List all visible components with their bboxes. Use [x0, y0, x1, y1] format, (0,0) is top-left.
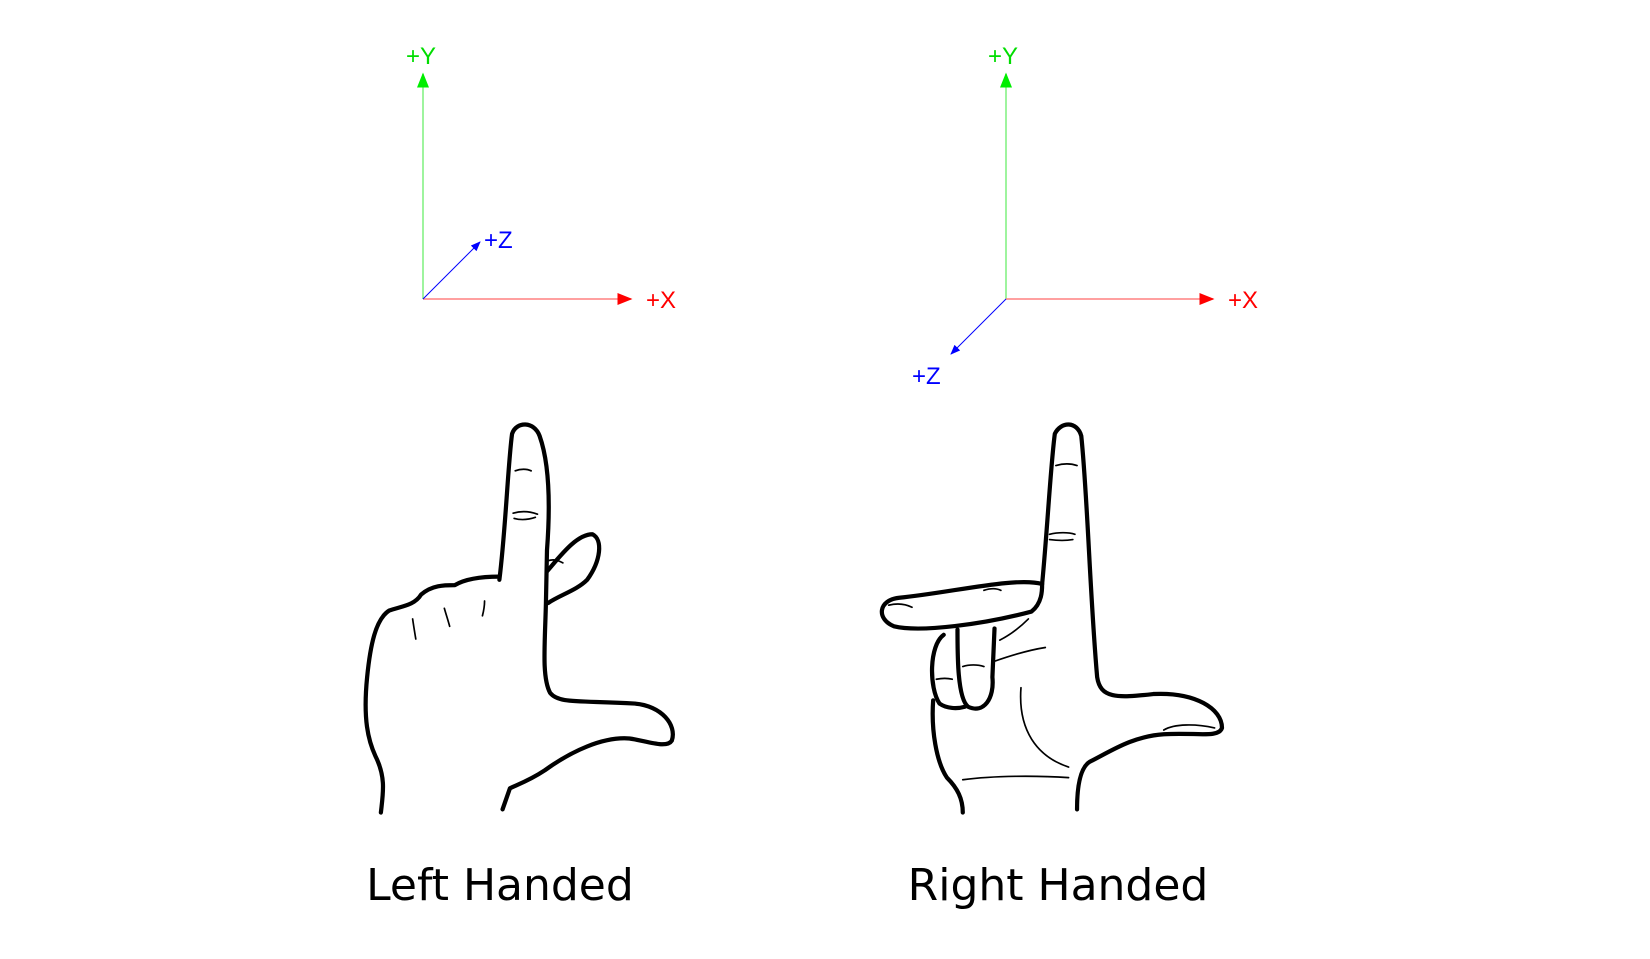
right-hand-gesture-icon	[879, 422, 1225, 815]
right-z-label: +Z	[912, 363, 941, 390]
diagram-canvas: +Y +X +Z +Y +X +Z Left Handed Right Hand…	[363, 43, 1258, 911]
right-y-label: +Y	[988, 43, 1018, 70]
right-handed-axes: +Y +X +Z	[912, 43, 1258, 390]
left-y-label: +Y	[406, 43, 436, 70]
left-hand-gesture-icon	[363, 422, 675, 815]
coordinate-systems-diagram: +Y +X +Z +Y +X +Z Left Handed Right Hand…	[0, 0, 1650, 959]
left-handed-caption: Left Handed	[366, 860, 634, 911]
right-z-axis	[950, 298, 1007, 355]
left-x-label: +X	[646, 287, 676, 314]
right-handed-caption: Right Handed	[908, 860, 1209, 911]
left-handed-axes: +Y +X +Z	[406, 43, 676, 314]
right-x-label: +X	[1228, 287, 1258, 314]
left-z-axis	[422, 241, 481, 300]
left-z-label: +Z	[484, 227, 513, 254]
